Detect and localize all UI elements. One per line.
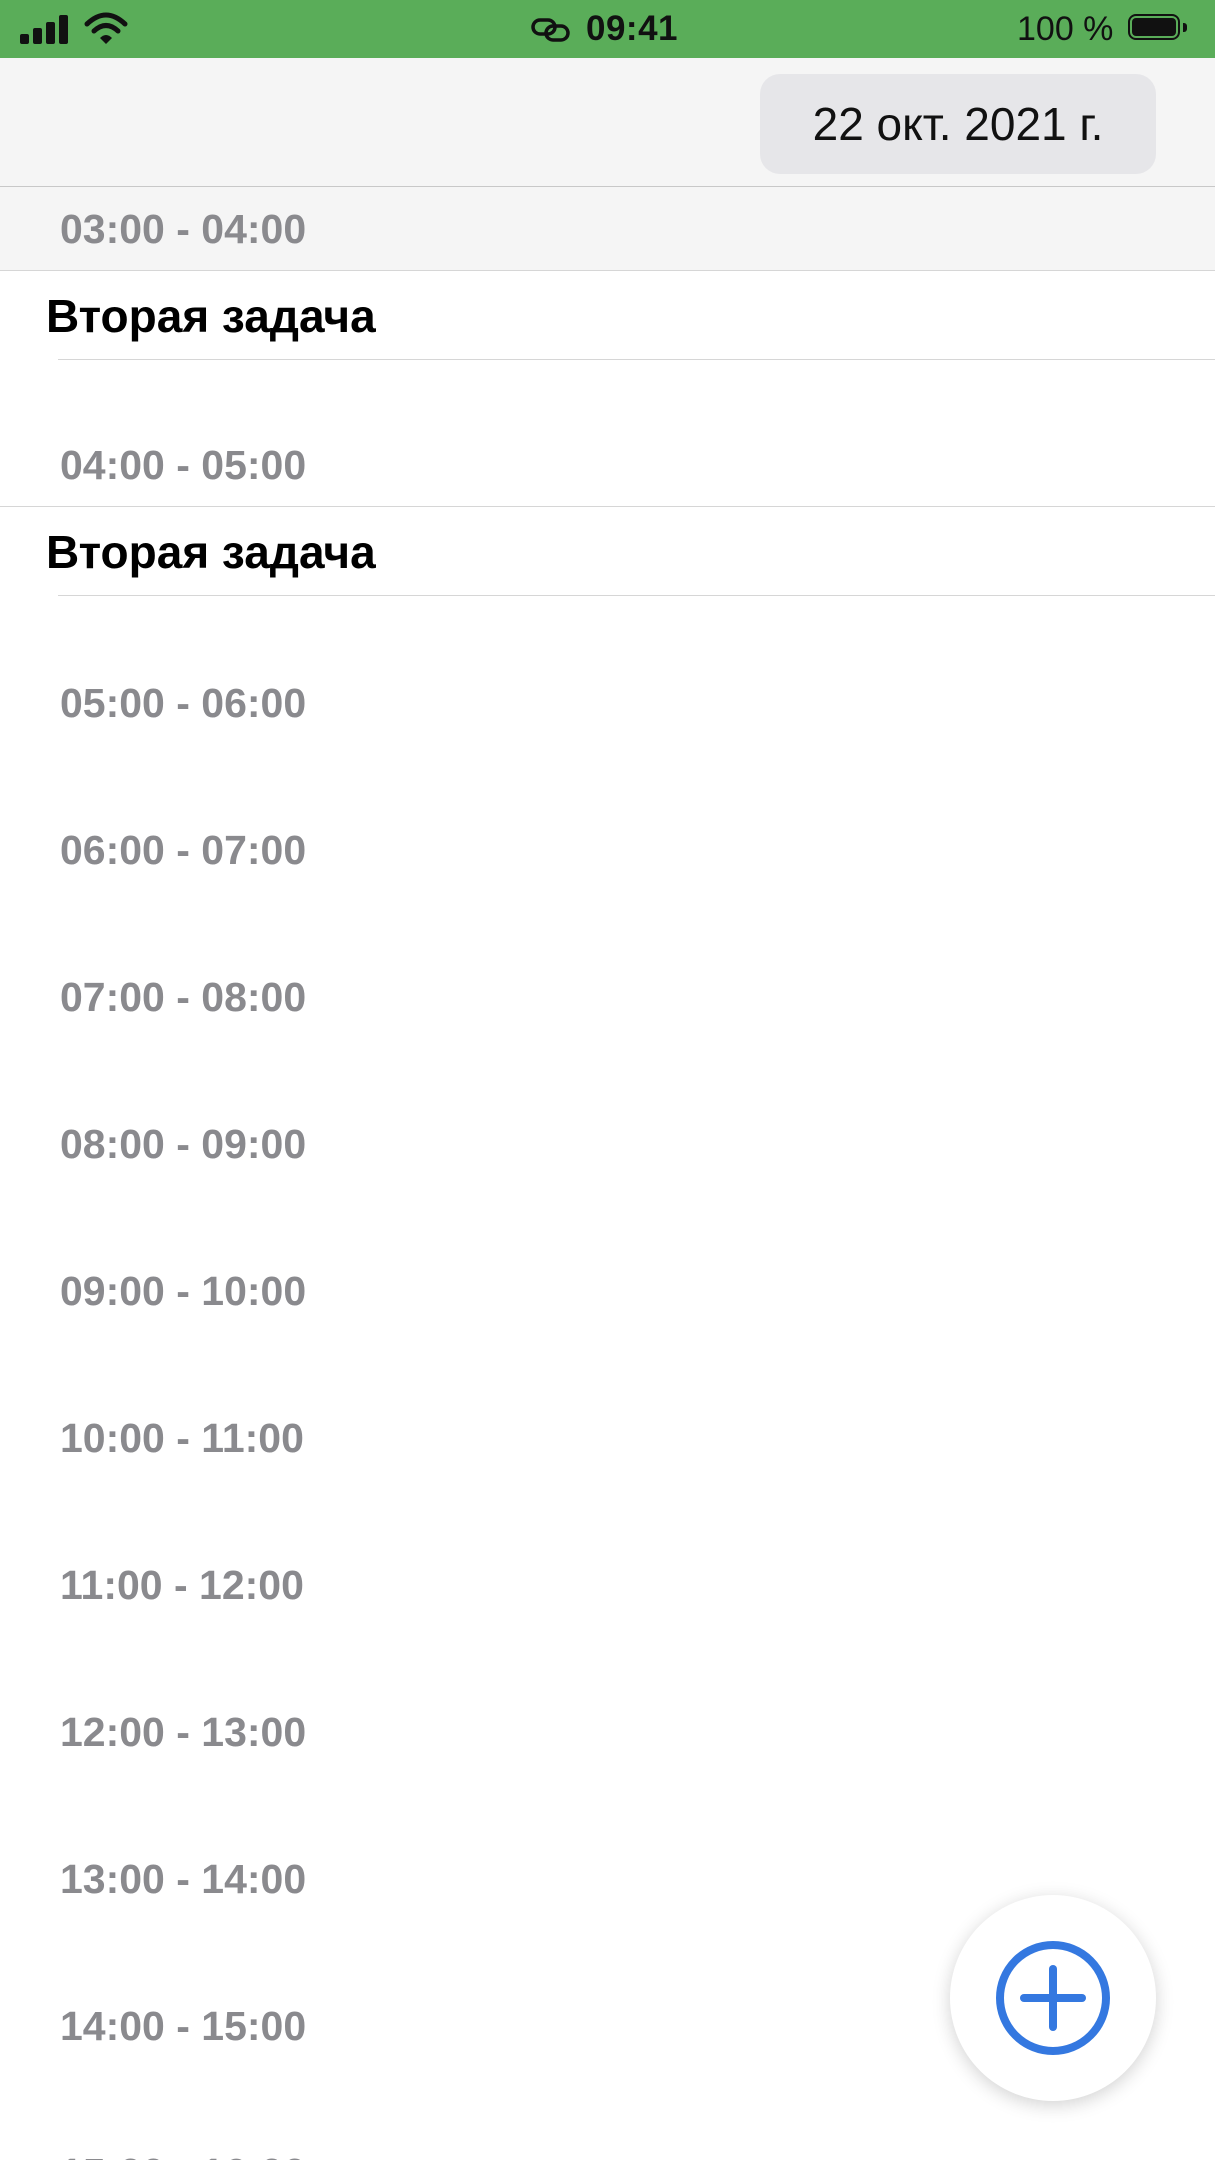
plus-circle-icon [996, 1941, 1110, 2055]
time-slot-label: 15:00 - 16:00 [60, 2150, 306, 2160]
task-title: Вторая задача [46, 526, 376, 578]
link-icon [531, 18, 570, 42]
section-header: 06:00 - 07:00 [0, 744, 1215, 891]
time-slot-label: 04:00 - 05:00 [60, 442, 307, 488]
section-header: 05:00 - 06:00 [0, 596, 1215, 744]
section-header: 04:00 - 05:00 [0, 360, 1215, 507]
app-screen: 09:41 100 % 22 окт. 2021 г. 03:00 - 04:0… [0, 0, 1215, 2160]
section-header: 03:00 - 04:00 [0, 187, 1215, 271]
wifi-icon [84, 12, 128, 44]
time-slot-label: 05:00 - 06:00 [60, 680, 307, 726]
status-bar: 09:41 100 % [0, 0, 1215, 58]
time-slot-label: 06:00 - 07:00 [60, 827, 307, 873]
status-time: 09:41 [586, 9, 679, 48]
time-slot-label: 09:00 - 10:00 [60, 1268, 307, 1314]
task-row[interactable]: Вторая задача [0, 271, 1215, 360]
nav-bar: 22 окт. 2021 г. [0, 58, 1215, 187]
date-picker-button[interactable]: 22 окт. 2021 г. [760, 74, 1156, 174]
section-header: 11:00 - 12:00 [0, 1479, 1215, 1626]
time-slot-label: 10:00 - 11:00 [60, 1415, 304, 1461]
task-row[interactable]: Вторая задача [0, 507, 1215, 596]
schedule-list[interactable]: 03:00 - 04:00 Вторая задача 04:00 - 05:0… [0, 187, 1215, 2160]
section-header: 08:00 - 09:00 [0, 1038, 1215, 1185]
time-slot-label: 03:00 - 04:00 [60, 206, 307, 252]
cellular-signal-icon [20, 14, 72, 44]
time-slot-label: 07:00 - 08:00 [60, 974, 307, 1020]
time-slot-label: 14:00 - 15:00 [60, 2003, 307, 2049]
section-header: 10:00 - 11:00 [0, 1332, 1215, 1479]
section-header: 07:00 - 08:00 [0, 891, 1215, 1038]
add-task-button[interactable] [950, 1895, 1156, 2101]
task-title: Вторая задача [46, 290, 376, 342]
time-slot-label: 11:00 - 12:00 [60, 1562, 304, 1608]
battery-percentage: 100 % [1017, 10, 1114, 48]
section-header: 09:00 - 10:00 [0, 1185, 1215, 1332]
time-slot-label: 13:00 - 14:00 [60, 1856, 307, 1902]
time-slot-label: 12:00 - 13:00 [60, 1709, 307, 1755]
time-slot-label: 08:00 - 09:00 [60, 1121, 307, 1167]
battery-icon [1128, 14, 1188, 44]
section-header: 12:00 - 13:00 [0, 1626, 1215, 1773]
